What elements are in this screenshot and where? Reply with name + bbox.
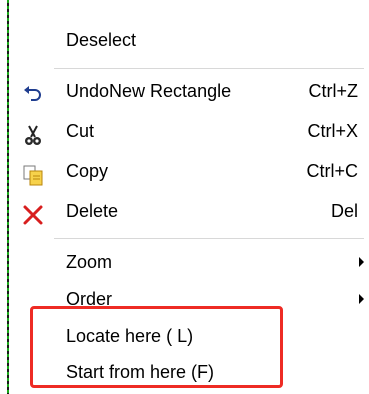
menu-item-deselect[interactable]: Deselect	[14, 20, 364, 60]
menu-item-undo[interactable]: UndoNew Rectangle Ctrl+Z	[14, 71, 364, 111]
highlight-annotation-box	[30, 306, 283, 388]
menu-item-label: Zoom	[66, 252, 113, 272]
menu-item-label: Copy	[66, 161, 109, 181]
menu-item-label: UndoNew Rectangle	[66, 81, 232, 101]
menu-item-delete[interactable]: Delete Del	[14, 191, 364, 231]
menu-item-shortcut: Ctrl+X	[307, 121, 358, 141]
menu-item-label: Delete	[66, 201, 119, 221]
submenu-arrow-icon	[359, 257, 364, 267]
menu-item-shortcut: Ctrl+C	[306, 161, 358, 181]
delete-x-icon	[22, 200, 44, 225]
menu-item-label: Deselect	[66, 30, 137, 50]
submenu-arrow-icon	[359, 294, 364, 304]
undo-icon	[22, 80, 44, 102]
menu-item-zoom[interactable]: Zoom	[14, 242, 364, 282]
menu-item-cut[interactable]: Cut Ctrl+X	[14, 111, 364, 151]
copy-icon	[22, 160, 44, 186]
selection-dashed-border	[7, 0, 9, 394]
menu-item-shortcut: Del	[330, 201, 358, 221]
menu-item-label: Cut	[66, 121, 95, 141]
menu-separator	[54, 68, 364, 69]
context-menu: Deselect UndoNew Rectangle Ctrl+Z Cut Ct	[14, 0, 369, 394]
canvas-selection-edge	[0, 0, 14, 394]
menu-item-shortcut: Ctrl+Z	[308, 81, 359, 101]
menu-separator	[54, 238, 364, 239]
scissors-icon	[22, 120, 44, 145]
menu-item-copy[interactable]: Copy Ctrl+C	[14, 151, 364, 191]
